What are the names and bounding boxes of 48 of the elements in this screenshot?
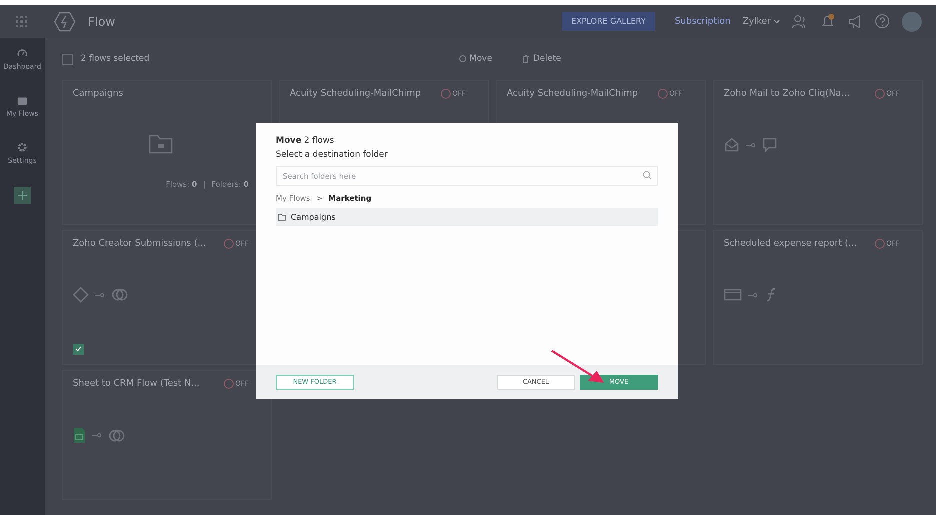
avatar[interactable]: [902, 12, 922, 32]
app-grid-icon[interactable]: [16, 16, 28, 28]
users-icon[interactable]: [792, 14, 808, 28]
card-title: Campaigns: [73, 89, 124, 99]
checkbox[interactable]: [73, 344, 84, 354]
folder-icon: [17, 95, 28, 106]
rings-icon: [111, 288, 129, 302]
megaphone-icon[interactable]: [848, 14, 863, 28]
selection-label: 2 flows selected: [81, 54, 150, 64]
lightning-logo-icon: [54, 12, 76, 32]
window-icon: [724, 288, 742, 302]
folder-item[interactable]: Campaigns: [276, 208, 658, 226]
delete-action[interactable]: Delete: [522, 54, 562, 64]
connector-icon: [92, 433, 102, 438]
card-title: Zoho Mail to Zoho Cliq(Na...: [724, 89, 850, 99]
add-button[interactable]: [14, 187, 31, 204]
subscription-link[interactable]: Subscription: [674, 16, 731, 26]
chat-bubble-icon: [762, 137, 778, 153]
card-title: Acuity Scheduling-MailChimp: [507, 89, 638, 99]
search-icon: [643, 171, 652, 180]
move-action[interactable]: Move: [458, 54, 492, 64]
gauge-icon: [17, 48, 28, 59]
help-icon[interactable]: [875, 14, 890, 29]
card-title: Acuity Scheduling-MailChimp: [290, 89, 422, 99]
card-title: Sheet to CRM Flow (Test N...: [73, 379, 200, 389]
app-name: Flow: [88, 14, 116, 28]
connector-icon: [746, 142, 756, 148]
rings-icon: [108, 428, 126, 442]
connector-icon: [748, 292, 758, 298]
explore-gallery-button[interactable]: EXPLORE GALLERY: [562, 12, 655, 31]
bell-icon[interactable]: [820, 14, 836, 30]
dialog-subtitle: Select a destination folder: [276, 150, 389, 160]
select-all-checkbox[interactable]: [62, 54, 73, 64]
folder-icon: [278, 213, 286, 221]
dialog-title: Move 2 flows: [276, 136, 336, 146]
diamond-icon: [73, 287, 89, 303]
trash-icon: [522, 54, 530, 64]
org-menu[interactable]: Zylker: [742, 16, 780, 26]
folder-icon: [149, 134, 173, 154]
settings-icon: [17, 142, 28, 153]
card-title: Scheduled expense report (...: [724, 239, 858, 249]
arrow-drawing: [550, 349, 606, 385]
connector-icon: [95, 292, 105, 298]
envelope-icon: [724, 137, 740, 153]
plus-icon: [18, 191, 27, 200]
chevron-down-icon: [774, 20, 780, 24]
card-title: Zoho Creator Submissions (...: [73, 239, 206, 249]
spreadsheet-icon: [73, 427, 86, 444]
